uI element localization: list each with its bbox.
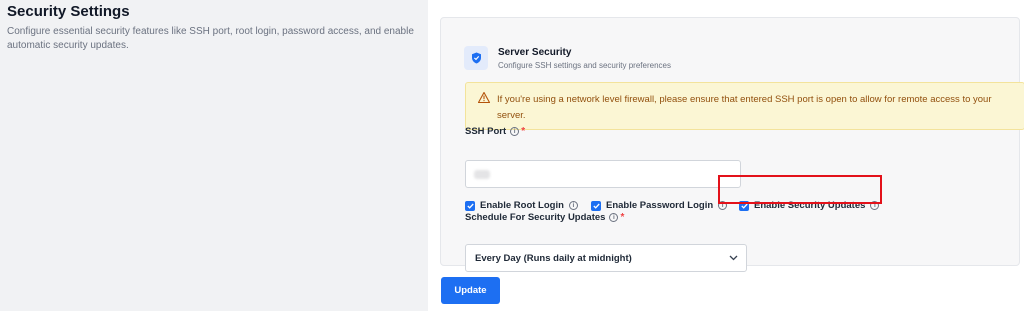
required-mark: *	[620, 212, 625, 223]
card-subtitle: Configure SSH settings and security pref…	[498, 61, 671, 70]
page-title: Security Settings	[7, 3, 130, 20]
settings-panel: Server Security Configure SSH settings a…	[428, 0, 1024, 311]
checkbox-checked-icon[interactable]	[465, 200, 475, 211]
password-login-checkbox[interactable]: Enable Password Login i	[591, 200, 728, 211]
alert-text: If you're using a network level firewall…	[497, 94, 992, 121]
warning-icon	[478, 92, 490, 103]
checkbox-checked-icon[interactable]	[591, 200, 601, 211]
schedule-select[interactable]: Every Day (Runs daily at midnight)	[465, 244, 747, 272]
schedule-label: Schedule For Security Updates i *	[465, 212, 624, 223]
section-intro: Security Settings Configure essential se…	[0, 0, 428, 311]
schedule-label-text: Schedule For Security Updates	[465, 212, 606, 223]
info-icon[interactable]: i	[609, 213, 619, 222]
password-login-label: Enable Password Login	[606, 200, 714, 211]
page-description: Configure essential security features li…	[7, 26, 414, 51]
root-login-checkbox[interactable]: Enable Root Login i	[465, 200, 578, 211]
info-icon[interactable]: i	[718, 201, 728, 210]
card-title: Server Security	[498, 47, 572, 58]
ssh-port-label: SSH Port i *	[465, 126, 525, 137]
ssh-port-label-text: SSH Port	[465, 126, 507, 137]
security-updates-label: Enable Security Updates	[754, 200, 866, 211]
server-security-card: Server Security Configure SSH settings a…	[440, 17, 1024, 272]
update-button[interactable]: Update	[441, 277, 500, 304]
info-icon[interactable]: i	[510, 127, 520, 136]
required-mark: *	[521, 126, 526, 137]
shield-icon	[464, 46, 488, 70]
info-icon[interactable]: i	[568, 201, 578, 210]
ssh-port-input[interactable]	[465, 160, 741, 188]
schedule-selected-value: Every Day (Runs daily at midnight)	[475, 252, 632, 264]
info-icon[interactable]: i	[870, 201, 880, 210]
chevron-down-icon	[729, 255, 738, 261]
ssh-port-value	[474, 170, 490, 179]
root-login-label: Enable Root Login	[480, 200, 564, 211]
firewall-warning-alert: If you're using a network level firewall…	[465, 82, 1024, 130]
security-updates-checkbox[interactable]: Enable Security Updates i	[739, 200, 880, 211]
checkbox-checked-icon[interactable]	[739, 200, 749, 211]
